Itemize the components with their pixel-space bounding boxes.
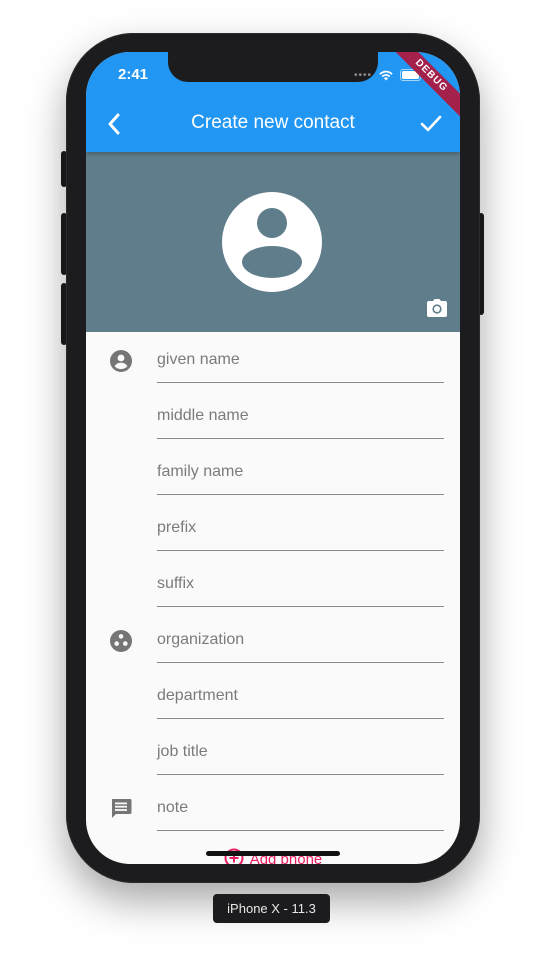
family-name-placeholder: family name xyxy=(157,463,244,480)
account-circle-icon xyxy=(110,350,132,372)
department-row: department xyxy=(86,668,460,724)
suffix-row: suffix xyxy=(86,556,460,612)
camera-icon xyxy=(427,299,447,317)
app-bar: 2:41 •••• DEBUG Create new contact xyxy=(86,52,460,152)
given-name-placeholder: given name xyxy=(157,351,240,368)
person-silhouette-icon xyxy=(242,208,302,278)
job-title-placeholder: job title xyxy=(157,743,208,760)
wifi-icon xyxy=(379,70,393,81)
suffix-placeholder: suffix xyxy=(157,575,195,592)
note-row: note xyxy=(86,780,460,836)
check-icon xyxy=(420,115,442,132)
device-label: iPhone X - 11.3 xyxy=(213,894,330,923)
department-placeholder: department xyxy=(157,687,238,704)
page-title: Create new contact xyxy=(191,112,355,133)
avatar[interactable] xyxy=(222,192,322,292)
given-name-row: given name xyxy=(86,332,460,388)
job-title-field[interactable]: job title xyxy=(157,724,444,775)
family-name-row: family name xyxy=(86,444,460,500)
comment-icon xyxy=(110,798,132,820)
middle-name-row: middle name xyxy=(86,388,460,444)
prefix-field[interactable]: prefix xyxy=(157,500,444,551)
contact-form: given name middle name family name prefi… xyxy=(86,332,460,836)
middle-name-field[interactable]: middle name xyxy=(157,388,444,439)
phone-screen: 2:41 •••• DEBUG Create new contact given… xyxy=(86,52,460,864)
camera-button[interactable] xyxy=(426,298,448,318)
group-work-icon xyxy=(110,630,132,652)
organization-row: organization xyxy=(86,612,460,668)
middle-name-placeholder: middle name xyxy=(157,407,249,424)
suffix-field[interactable]: suffix xyxy=(157,556,444,607)
note-field[interactable]: note xyxy=(157,780,444,831)
note-placeholder: note xyxy=(157,799,189,816)
department-field[interactable]: department xyxy=(157,668,444,719)
given-name-field[interactable]: given name xyxy=(157,332,444,383)
home-indicator[interactable] xyxy=(206,851,340,856)
job-title-row: job title xyxy=(86,724,460,780)
simulator-stage: 2:41 •••• DEBUG Create new contact given… xyxy=(0,0,545,964)
save-button[interactable] xyxy=(418,110,444,138)
avatar-header xyxy=(86,152,460,332)
signal-icon: •••• xyxy=(353,69,372,81)
organization-placeholder: organization xyxy=(157,631,245,648)
prefix-placeholder: prefix xyxy=(157,519,197,536)
prefix-row: prefix xyxy=(86,500,460,556)
family-name-field[interactable]: family name xyxy=(157,444,444,495)
organization-field[interactable]: organization xyxy=(157,612,444,663)
device-notch xyxy=(168,52,378,82)
status-time: 2:41 xyxy=(118,66,149,83)
